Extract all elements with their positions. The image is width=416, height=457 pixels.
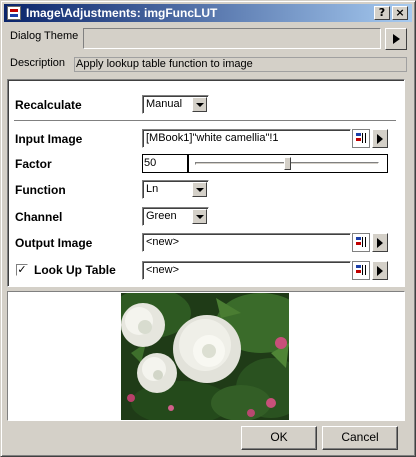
description-value: Apply lookup table function to image [74,57,407,72]
settings-panel: Recalculate Manual Input Image [MBook1]"… [7,79,405,287]
cancel-button[interactable]: Cancel [322,426,398,450]
dialog-theme-combo[interactable] [83,28,381,49]
look-up-table-picker-button[interactable] [352,261,370,280]
recalculate-label: Recalculate [15,98,82,112]
output-image-field[interactable]: <new> [142,233,351,252]
look-up-table-checkbox[interactable]: ✓ [16,264,28,276]
factor-label: Factor [15,157,52,171]
channel-value: Green [146,210,177,222]
close-button[interactable]: × [392,6,408,20]
look-up-table-value: <new> [146,264,180,276]
look-up-table-label: Look Up Table [34,263,116,277]
output-image-picker-button[interactable] [352,233,370,252]
function-dropdown[interactable]: Ln [142,180,209,199]
slider-thumb[interactable] [283,157,291,170]
channel-label: Channel [15,210,63,224]
chevron-down-icon[interactable] [192,182,207,197]
input-image-label: Input Image [15,132,83,146]
recalculate-value: Manual [146,98,183,110]
image-preview-pane [7,291,405,421]
chevron-down-icon[interactable] [192,97,207,112]
channel-dropdown[interactable]: Green [142,207,209,226]
factor-value: 50 [144,157,157,169]
output-image-menu-button[interactable] [372,233,388,252]
input-image-value: [MBook1]"white camellia"!1 [146,132,279,144]
look-up-table-field[interactable]: <new> [142,261,351,280]
description-label: Description [10,57,66,69]
function-label: Function [15,183,66,197]
function-value: Ln [146,183,159,195]
ok-button[interactable]: OK [241,426,317,450]
title-bar[interactable]: Image\Adjustments: imgFuncLUT ? × [4,4,412,22]
app-icon [7,6,21,20]
help-button[interactable]: ? [374,6,390,20]
preview-image [121,293,289,420]
look-up-table-menu-button[interactable] [372,261,388,280]
recalculate-dropdown[interactable]: Manual [142,95,209,114]
chevron-down-icon[interactable] [192,209,207,224]
input-image-field[interactable]: [MBook1]"white camellia"!1 [142,129,351,148]
factor-input[interactable]: 50 [142,154,188,173]
section-divider [14,120,396,122]
input-image-picker-button[interactable] [352,129,370,148]
theme-menu-arrow-button[interactable] [385,28,407,50]
factor-slider[interactable] [188,154,388,173]
output-image-label: Output Image [15,236,93,250]
input-image-menu-button[interactable] [372,129,388,148]
output-image-value: <new> [146,236,180,248]
window-title: Image\Adjustments: imgFuncLUT [26,6,218,20]
dialog-window: Image\Adjustments: imgFuncLUT ? × Dialog… [0,0,416,457]
dialog-theme-label: Dialog Theme [10,30,79,42]
